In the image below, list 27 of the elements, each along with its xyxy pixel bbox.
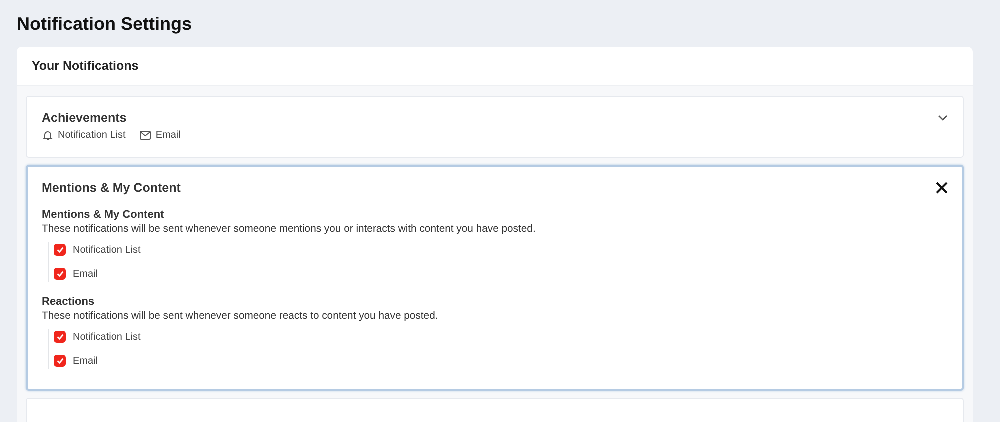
panel-title: Achievements <box>42 111 127 125</box>
channel-label: Notification List <box>58 130 126 141</box>
bell-icon <box>43 130 53 141</box>
option-label: Email <box>73 356 98 366</box>
checkmark-icon <box>56 334 64 340</box>
expand-button[interactable] <box>938 115 948 121</box>
checkbox[interactable] <box>54 331 66 343</box>
group-title: Reactions <box>42 296 96 308</box>
page-title: Notification Settings <box>17 13 192 36</box>
checkbox[interactable] <box>54 244 66 256</box>
close-button[interactable] <box>936 182 948 194</box>
checkbox[interactable] <box>54 355 66 367</box>
checkbox[interactable] <box>54 268 66 280</box>
group-description: These notifications will be sent whenever someone reacts to content you have posted. <box>42 311 440 322</box>
envelope-icon <box>140 131 151 140</box>
checkmark-icon <box>56 271 64 277</box>
checkmark-icon <box>56 247 64 253</box>
panel-title: Mentions & My Content <box>42 181 181 195</box>
option-label: Notification List <box>73 244 141 256</box>
option-label: Notification List <box>73 332 141 342</box>
option-label: Email <box>73 268 98 280</box>
close-icon <box>936 182 948 194</box>
group-description: These notifications will be sent whenever someone mentions you or interacts with content you have posted. <box>42 224 537 235</box>
group-title: Mentions & My Content <box>42 209 166 221</box>
chevron-down-icon <box>938 115 948 121</box>
checkmark-icon <box>56 358 64 364</box>
channel-label: Email <box>156 130 181 141</box>
